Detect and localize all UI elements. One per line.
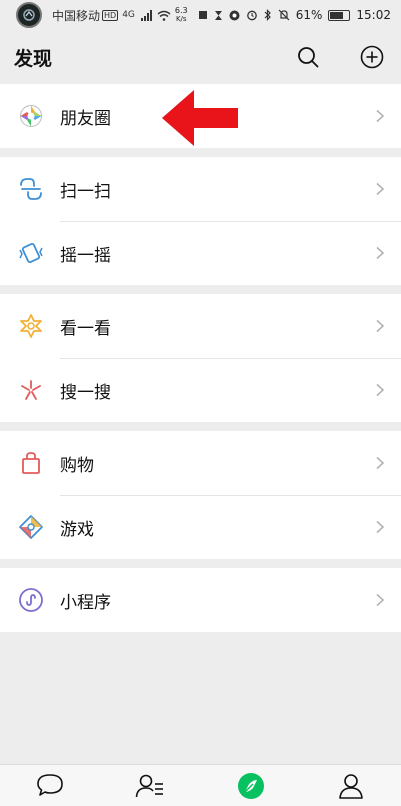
page-title: 发现 (14, 47, 53, 70)
menu-item-label: 搜一搜 (60, 382, 111, 403)
notification-avatar-icon (16, 2, 42, 28)
menu-item-label: 摇一摇 (60, 245, 111, 266)
menu-item-scan[interactable]: 扫一扫 (0, 157, 401, 221)
clock-text: 15:02 (356, 8, 391, 22)
chevron-right-icon (376, 593, 385, 607)
menu-item-games[interactable]: 游戏 (0, 495, 401, 559)
annotation-arrow-icon (162, 90, 238, 146)
menu-item-shake[interactable]: 摇一摇 (0, 221, 401, 285)
mute-bell-icon (278, 9, 290, 21)
signal-icon (140, 9, 152, 21)
chevron-right-icon (376, 319, 385, 333)
menu-item-search[interactable]: 搜一搜 (0, 358, 401, 422)
shopping-bag-icon (16, 448, 46, 478)
compass-icon (237, 772, 264, 799)
chat-bubble-icon (37, 773, 63, 796)
menu-group-mini-programs: 小程序 (0, 568, 401, 632)
menu-item-label: 购物 (60, 455, 94, 476)
search-button[interactable] (295, 44, 321, 70)
chevron-right-icon (376, 383, 385, 397)
add-button[interactable] (359, 44, 385, 70)
chevron-right-icon (376, 520, 385, 534)
battery-icon (328, 9, 351, 21)
menu-group-shopping-games: 购物 游戏 (0, 431, 401, 559)
search-discover-icon (16, 375, 46, 405)
top-stories-icon (16, 311, 46, 341)
tab-me[interactable] (331, 768, 371, 804)
network-type-text: 4G (122, 10, 135, 20)
menu-item-label: 看一看 (60, 318, 111, 339)
bottom-tab-bar (0, 764, 401, 806)
search-icon (298, 47, 319, 68)
status-bar: 中国移动 HD 4G 6.3 K/s 61% 15:02 (0, 0, 401, 30)
games-icon (16, 512, 46, 542)
menu-group-stories-search: 看一看 搜一搜 (0, 294, 401, 422)
browser-icon (229, 10, 240, 20)
carrier-text: 中国移动 (52, 8, 101, 23)
moments-icon (16, 101, 46, 131)
menu-item-label: 朋友圈 (60, 108, 111, 129)
plus-circle-icon (360, 45, 384, 69)
person-icon (339, 773, 363, 799)
wifi-icon (157, 10, 171, 21)
menu-item-mini-programs[interactable]: 小程序 (0, 568, 401, 632)
menu-item-shopping[interactable]: 购物 (0, 431, 401, 495)
mini-programs-icon (16, 585, 46, 615)
tab-discover[interactable] (231, 768, 271, 804)
menu-item-label: 游戏 (60, 519, 94, 540)
network-speed-value: 6.3 (174, 6, 188, 15)
stop-icon (198, 11, 207, 19)
alarm-icon (246, 10, 257, 21)
chevron-right-icon (376, 456, 385, 470)
scan-icon (16, 174, 46, 204)
hourglass-icon (214, 10, 222, 20)
bluetooth-icon (264, 9, 271, 21)
battery-percent-text: 61% (295, 8, 323, 22)
contacts-icon (136, 774, 164, 797)
shake-icon (16, 238, 46, 268)
chevron-right-icon (376, 246, 385, 260)
chevron-right-icon (376, 109, 385, 123)
tab-contacts[interactable] (130, 768, 170, 804)
network-speed-unit: K/s (175, 15, 187, 23)
hd-badge: HD (102, 9, 119, 21)
menu-item-label: 小程序 (60, 592, 111, 613)
tab-chats[interactable] (30, 768, 70, 804)
menu-item-top-stories[interactable]: 看一看 (0, 294, 401, 358)
page-header: 发现 (0, 30, 401, 84)
menu-item-label: 扫一扫 (60, 181, 111, 202)
menu-group-scan-shake: 扫一扫 摇一摇 (0, 157, 401, 285)
chevron-right-icon (376, 182, 385, 196)
